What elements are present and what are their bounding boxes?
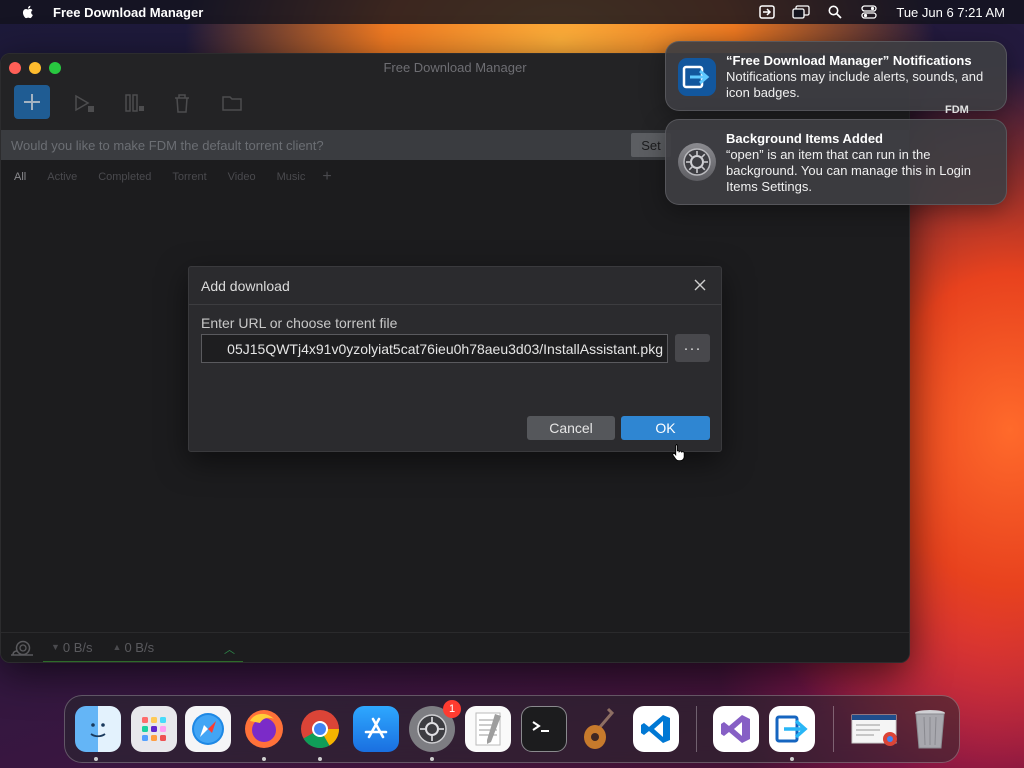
safari-icon[interactable] xyxy=(185,706,231,752)
add-download-button[interactable] xyxy=(14,85,50,119)
menu-app-name[interactable]: Free Download Manager xyxy=(53,5,203,20)
apple-icon[interactable] xyxy=(20,4,36,20)
delete-download-icon[interactable] xyxy=(171,92,193,114)
upload-speed: ▲ 0 B/s xyxy=(113,640,155,655)
status-bar: ▼ 0 B/s ▲ 0 B/s ︿ xyxy=(1,632,909,662)
finder-icon[interactable] xyxy=(75,706,121,752)
open-folder-icon[interactable] xyxy=(221,92,243,114)
running-indicator xyxy=(262,757,266,761)
menu-bar: Free Download Manager Tue Jun 6 7:21 AM xyxy=(0,0,1024,24)
download-arrow-icon: ▼ xyxy=(51,642,60,652)
url-label: Enter URL or choose torrent file xyxy=(201,315,398,331)
pause-download-icon[interactable] xyxy=(123,92,145,114)
running-indicator xyxy=(318,757,322,761)
start-download-icon[interactable] xyxy=(73,92,95,114)
fdm-dock-icon[interactable] xyxy=(769,706,815,752)
filter-tab-torrent[interactable]: Torrent xyxy=(172,171,206,183)
hand-cursor-icon xyxy=(672,444,685,461)
trash-icon[interactable] xyxy=(907,706,953,752)
download-speed: ▼ 0 B/s xyxy=(51,640,93,655)
downloads-stack-icon[interactable] xyxy=(849,706,901,752)
system-settings-gear-icon xyxy=(678,143,716,181)
running-indicator xyxy=(430,757,434,761)
plus-icon xyxy=(24,94,40,110)
add-download-dialog: Add download Enter URL or choose torrent… xyxy=(188,266,722,452)
speed-indicator[interactable]: ▼ 0 B/s ▲ 0 B/s ︿ xyxy=(43,633,243,662)
textedit-icon[interactable] xyxy=(465,706,511,752)
add-filter-button[interactable]: + xyxy=(322,168,331,186)
filter-tab-all[interactable]: All xyxy=(14,171,26,183)
ok-button[interactable]: OK xyxy=(621,416,710,440)
spotlight-search-icon[interactable] xyxy=(826,4,844,20)
control-center-icon[interactable] xyxy=(860,4,878,20)
system-settings-icon[interactable]: 1 xyxy=(409,700,461,752)
notification-title: “Free Download Manager” Notifications xyxy=(726,53,972,68)
upload-arrow-icon: ▲ xyxy=(112,642,122,652)
filter-tab-video[interactable]: Video xyxy=(228,171,256,183)
banner-message: Would you like to make FDM the default t… xyxy=(11,137,324,153)
close-icon[interactable] xyxy=(693,278,707,292)
notification-peek-label: FDM xyxy=(945,104,969,116)
fdm-notification[interactable]: “Free Download Manager” Notifications No… xyxy=(665,41,1007,111)
menu-clock[interactable]: Tue Jun 6 7:21 AM xyxy=(896,5,1005,20)
fdm-app-icon xyxy=(678,58,716,96)
fdm-menu-icon[interactable] xyxy=(758,4,776,20)
visual-studio-icon[interactable] xyxy=(713,706,759,752)
launchpad-icon[interactable] xyxy=(131,706,177,752)
download-speed-value: 0 B/s xyxy=(62,639,93,655)
dock-separator xyxy=(833,706,834,752)
notification-title: Background Items Added xyxy=(726,131,883,146)
dock-separator xyxy=(696,706,697,752)
url-input[interactable] xyxy=(201,334,668,363)
snail-mode-icon[interactable] xyxy=(7,638,37,658)
upload-speed-value: 0 B/s xyxy=(124,639,155,655)
notification-body: Notifications may include alerts, sounds… xyxy=(726,69,984,100)
running-indicator xyxy=(790,757,794,761)
browse-file-button[interactable]: ··· xyxy=(675,334,710,362)
vscode-icon[interactable] xyxy=(633,706,679,752)
app-store-icon[interactable] xyxy=(353,706,399,752)
notification-body: “open” is an item that can run in the ba… xyxy=(726,147,972,194)
filter-tab-music[interactable]: Music xyxy=(277,171,306,183)
garageband-icon[interactable] xyxy=(577,706,623,752)
dialog-header: Add download xyxy=(189,267,721,305)
running-indicator xyxy=(94,757,98,761)
chevron-up-icon[interactable]: ︿ xyxy=(224,641,235,657)
dialog-title: Add download xyxy=(201,278,290,294)
filter-tab-completed[interactable]: Completed xyxy=(98,171,151,183)
background-items-notification[interactable]: Background Items Added “open” is an item… xyxy=(665,119,1007,205)
cancel-button[interactable]: Cancel xyxy=(527,416,615,440)
terminal-icon[interactable] xyxy=(521,706,567,752)
filter-tab-active[interactable]: Active xyxy=(47,171,77,183)
screen-mirroring-icon[interactable] xyxy=(792,4,811,20)
notification-badge: 1 xyxy=(443,700,461,718)
dock: 1 xyxy=(64,695,960,763)
chrome-icon[interactable] xyxy=(297,706,343,752)
firefox-icon[interactable] xyxy=(241,706,287,752)
